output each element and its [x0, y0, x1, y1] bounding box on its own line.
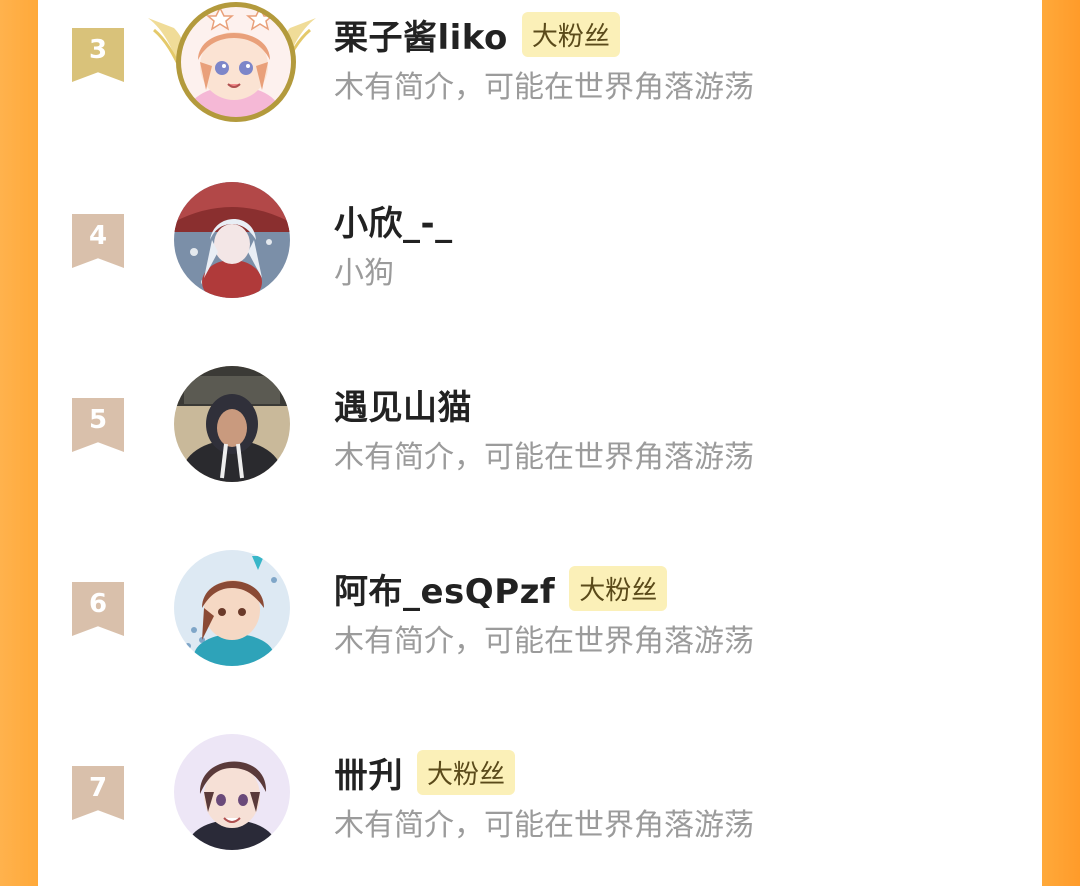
list-item[interactable]: 6 阿布_esQPzf 大粉丝 木有简介，可能在世界角落游荡 [38, 550, 1042, 702]
fan-level-badge: 大粉丝 [569, 566, 668, 611]
rank-number: 4 [88, 221, 108, 251]
avatar[interactable] [176, 4, 292, 120]
rank-ribbon-icon: 6 [72, 582, 124, 636]
fan-level-badge: 大粉丝 [417, 750, 516, 795]
rank-ribbon-icon: 3 [72, 28, 124, 82]
fan-bio: 木有简介，可能在世界角落游荡 [334, 808, 754, 843]
list-item[interactable]: 7 卌刋 大粉丝 木有简介，可能在世界角落游荡 [38, 734, 1042, 886]
rank-number: 5 [88, 405, 108, 435]
name-line: 栗子酱liko 大粉丝 [334, 10, 620, 59]
list-item[interactable]: 5 遇见山猫 木有简介，可能在世界角落游荡 [38, 366, 1042, 518]
fan-bio: 木有简介，可能在世界角落游荡 [334, 70, 754, 105]
fan-name[interactable]: 卌刋 [334, 748, 403, 797]
fan-bio: 小狗 [334, 256, 394, 291]
list-item[interactable]: 4 小欣_-_ 小狗 [38, 182, 1042, 334]
avatar[interactable] [174, 734, 290, 850]
name-line: 阿布_esQPzf 大粉丝 [334, 564, 668, 613]
name-line: 遇见山猫 [334, 380, 472, 429]
rank-ribbon-icon: 5 [72, 398, 124, 452]
list-item[interactable]: 3 栗子酱liko 大粉丝 木有简介，可能在世界角落游荡 [38, 0, 1042, 150]
avatar[interactable] [174, 182, 290, 298]
avatar[interactable] [174, 550, 290, 666]
fan-name[interactable]: 小欣_-_ [334, 196, 453, 245]
fan-level-badge: 大粉丝 [521, 12, 620, 57]
rank-ribbon-icon: 4 [72, 214, 124, 268]
fan-bio: 木有简介，可能在世界角落游荡 [334, 624, 754, 659]
fan-ranking-card: 3 栗子酱liko 大粉丝 木有简介，可能在世界角落游荡 4 小欣_-_ 小狗 … [38, 0, 1042, 850]
fan-ranking-list: 3 栗子酱liko 大粉丝 木有简介，可能在世界角落游荡 4 小欣_-_ 小狗 … [38, 0, 1042, 850]
fan-bio: 木有简介，可能在世界角落游荡 [334, 440, 754, 475]
name-line: 小欣_-_ [334, 196, 453, 245]
rank-number: 6 [88, 589, 108, 619]
fan-name[interactable]: 栗子酱liko [334, 10, 508, 59]
rank-number: 3 [88, 35, 108, 65]
rank-number: 7 [88, 773, 108, 803]
avatar[interactable] [174, 366, 290, 482]
fan-name[interactable]: 遇见山猫 [334, 380, 472, 429]
rank-ribbon-icon: 7 [72, 766, 124, 820]
name-line: 卌刋 大粉丝 [334, 748, 516, 797]
fan-name[interactable]: 阿布_esQPzf [334, 564, 555, 613]
